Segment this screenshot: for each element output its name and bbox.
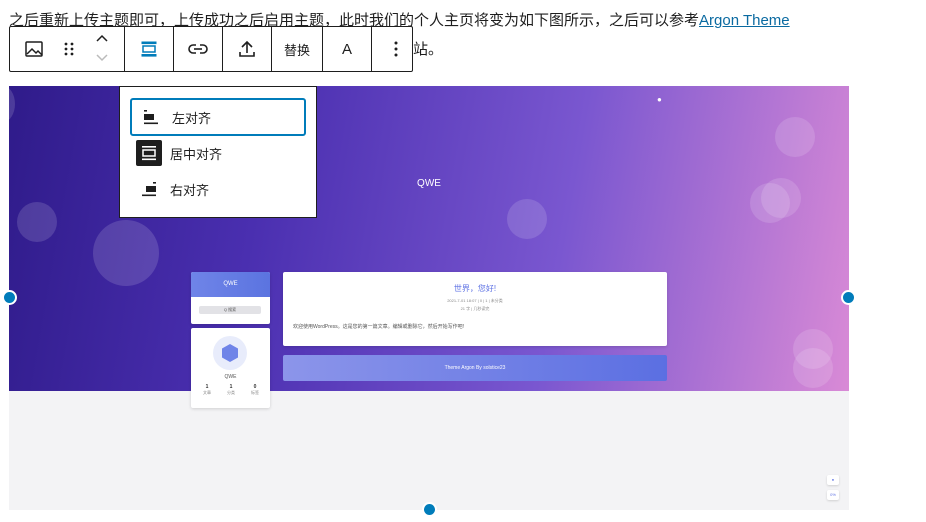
replace-button[interactable]: 替换 bbox=[272, 27, 322, 71]
align-group bbox=[125, 27, 174, 71]
move-up-button[interactable] bbox=[94, 31, 110, 49]
drag-handle[interactable] bbox=[58, 27, 80, 71]
drag-handle-icon bbox=[64, 42, 74, 56]
align-dropdown: 左对齐 居中对齐 右对齐 bbox=[119, 86, 317, 218]
block-switcher-group bbox=[10, 27, 125, 71]
post-meta: 2021-7-01 18:07 | 0 | 1 | 未分类 bbox=[447, 298, 503, 303]
theme-footer: Theme Argon By solstice23 bbox=[283, 355, 667, 381]
bokeh-circle bbox=[793, 348, 833, 388]
resize-handle-right[interactable] bbox=[841, 290, 856, 305]
align-left-icon bbox=[138, 104, 164, 130]
link-group bbox=[174, 27, 223, 71]
side-card-title: QWE bbox=[191, 272, 270, 297]
profile-name: QWE bbox=[224, 374, 237, 380]
options-group bbox=[372, 27, 420, 71]
upload-group bbox=[223, 27, 272, 71]
stat-item: 1 文章 bbox=[203, 384, 211, 395]
image-block-button[interactable] bbox=[10, 27, 58, 71]
settings-float-icon: ● bbox=[827, 475, 839, 485]
block-movers bbox=[80, 27, 124, 71]
hexagon-avatar-icon bbox=[222, 344, 238, 362]
resize-handle-bottom[interactable] bbox=[422, 502, 437, 517]
post-card: 世界，您好! 2021-7-01 18:07 | 0 | 1 | 未分类 21 … bbox=[283, 272, 667, 346]
chevron-down-icon bbox=[96, 54, 108, 62]
profile-card: QWE 1 文章 1 分类 0 标签 bbox=[191, 328, 270, 408]
align-left-label: 左对齐 bbox=[172, 110, 212, 126]
image-icon bbox=[25, 41, 43, 57]
bokeh-circle bbox=[17, 202, 57, 242]
resize-handle-left[interactable] bbox=[2, 290, 17, 305]
upload-button[interactable] bbox=[223, 27, 271, 71]
move-down-button[interactable] bbox=[94, 49, 110, 67]
search-button: Q 搜索 bbox=[199, 306, 261, 314]
post-excerpt: 欢迎使用WordPress。这是您的第一篇文章。编辑或删除它，然后开始写作吧! bbox=[293, 324, 465, 330]
align-center-icon bbox=[141, 41, 157, 57]
search-icon: ● bbox=[657, 95, 662, 104]
text-group: A bbox=[323, 27, 372, 71]
side-card: QWE Q 搜索 bbox=[191, 272, 270, 324]
post-title: 世界，您好! bbox=[453, 284, 497, 293]
post-meta-reading: 21 字 | 几秒读完 bbox=[460, 306, 490, 311]
argon-theme-link[interactable]: Argon Theme bbox=[699, 12, 790, 29]
zoom-indicator: 0% bbox=[827, 490, 839, 500]
avatar bbox=[213, 336, 247, 370]
align-right-label: 右对齐 bbox=[170, 182, 210, 198]
options-button[interactable] bbox=[372, 27, 420, 71]
align-button[interactable] bbox=[125, 27, 173, 71]
bokeh-circle bbox=[93, 220, 159, 286]
align-center-option[interactable]: 居中对齐 bbox=[130, 134, 306, 172]
chevron-up-icon bbox=[96, 34, 108, 42]
text-overlay-button[interactable]: A bbox=[323, 27, 371, 71]
insert-link-button[interactable] bbox=[174, 27, 222, 71]
stat-item: 1 分类 bbox=[227, 384, 235, 395]
bokeh-circle bbox=[775, 117, 815, 157]
block-toolbar: 替换 A bbox=[9, 26, 413, 72]
align-left-option[interactable]: 左对齐 bbox=[130, 98, 306, 136]
align-right-icon bbox=[136, 176, 162, 202]
replace-group: 替换 bbox=[272, 27, 323, 71]
stat-item: 0 标签 bbox=[251, 384, 259, 395]
align-center-icon bbox=[136, 140, 162, 166]
link-icon bbox=[188, 44, 208, 54]
align-right-option[interactable]: 右对齐 bbox=[130, 170, 306, 208]
align-center-label: 居中对齐 bbox=[170, 146, 223, 162]
bokeh-circle bbox=[507, 199, 547, 239]
more-vertical-icon bbox=[394, 41, 398, 57]
profile-stats: 1 文章 1 分类 0 标签 bbox=[203, 384, 259, 396]
bokeh-circle bbox=[9, 86, 15, 122]
upload-icon bbox=[239, 40, 255, 57]
